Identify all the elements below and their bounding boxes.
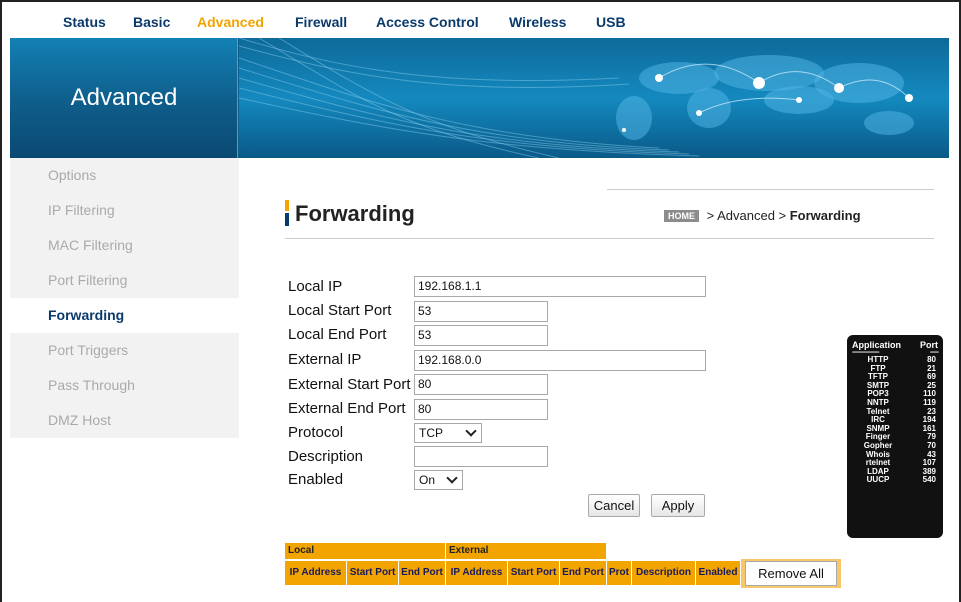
breadcrumb-parent: > Advanced > (703, 208, 790, 223)
port-row: FTP 21 (870, 363, 936, 373)
local-start-port-label: Local Start Port (288, 302, 392, 319)
column-header-enabled: Enabled (696, 561, 740, 585)
sidebar-item-ip-filtering[interactable]: IP Filtering (10, 193, 239, 228)
sidebar-item-mac-filtering[interactable]: MAC Filtering (10, 228, 239, 263)
column-header-protocol: Prot (607, 561, 631, 585)
external-start-port-label: External Start Port (288, 376, 411, 393)
column-header-external-ip: IP Address (446, 561, 507, 585)
external-start-port-input[interactable]: 80 (414, 374, 548, 395)
top-nav: Status Basic Advanced Firewall Access Co… (8, 4, 949, 38)
tab-usb[interactable]: USB (596, 14, 626, 30)
local-ip-label: Local IP (288, 278, 343, 295)
chevron-down-icon (465, 425, 477, 437)
sidebar-item-forwarding[interactable]: Forwarding (10, 298, 239, 333)
remove-all-button[interactable]: Remove All (745, 561, 837, 586)
sidebar-item-pass-through[interactable]: Pass Through (10, 368, 239, 403)
tab-firewall[interactable]: Firewall (295, 14, 347, 30)
sidebar-item-port-triggers[interactable]: Port Triggers (10, 333, 239, 368)
local-end-port-input[interactable]: 53 (414, 325, 548, 346)
port-row: UUCP 540 (866, 475, 936, 485)
port-row: TFTP 69 (868, 372, 936, 382)
enabled-label: Enabled (288, 471, 344, 488)
header-divider-top (607, 189, 934, 190)
tab-access-control[interactable]: Access Control (376, 14, 479, 30)
column-header-external-end-port: End Port (560, 561, 606, 585)
protocol-value: TCP (419, 426, 443, 440)
breadcrumb-current: Forwarding (789, 208, 861, 223)
description-input[interactable] (414, 446, 548, 467)
local-ip-input[interactable]: 192.168.1.1 (414, 276, 706, 297)
sidebar-item-dmz-host[interactable]: DMZ Host (10, 403, 239, 438)
column-header-local-start-port: Start Port (347, 561, 398, 585)
world-map-graphic (239, 38, 914, 158)
sidebar-item-options[interactable]: Options (10, 158, 239, 193)
port-row: Gopher 70 (863, 440, 936, 450)
port-row: NNTP 119 (867, 397, 936, 407)
cancel-button[interactable]: Cancel (588, 494, 640, 517)
local-end-port-label: Local End Port (288, 326, 387, 343)
apply-button[interactable]: Apply (651, 494, 705, 517)
external-end-port-label: External End Port (288, 400, 406, 417)
home-icon[interactable]: HOME (664, 210, 699, 222)
column-header-external-start-port: Start Port (508, 561, 559, 585)
sidebar-item-port-filtering[interactable]: Port Filtering (10, 263, 239, 298)
description-label: Description (288, 448, 364, 465)
port-reference-panel: Application Port -------------------- ----… (847, 335, 943, 538)
banner-section-title: Advanced (70, 84, 178, 111)
column-header-local-ip: IP Address (285, 561, 346, 585)
column-header-description: Description (632, 561, 695, 585)
banner-graphic (239, 38, 949, 158)
local-start-port-input[interactable]: 53 (414, 301, 548, 322)
chevron-down-icon (446, 472, 458, 484)
sidebar: Options IP Filtering MAC Filtering Port … (10, 158, 239, 438)
port-row: HTTP 80 (867, 355, 936, 364)
tab-advanced[interactable]: Advanced (197, 14, 264, 30)
page-title: Forwarding (295, 201, 415, 226)
tab-status[interactable]: Status (63, 14, 106, 30)
breadcrumb: HOME > Advanced > Forwarding (664, 208, 861, 223)
external-end-port-input[interactable]: 80 (414, 399, 548, 420)
protocol-label: Protocol (288, 424, 344, 441)
port-row: SNMP 161 (866, 423, 936, 433)
protocol-select[interactable]: TCP (414, 423, 482, 443)
banner-section: Advanced (10, 38, 238, 158)
table-group-local: Local (285, 543, 445, 559)
table-group-external: External (446, 543, 606, 559)
column-header-local-end-port: End Port (399, 561, 445, 585)
banner: Advanced (10, 38, 949, 158)
header-divider-bottom (285, 238, 934, 239)
enabled-value: On (419, 473, 436, 487)
external-ip-label: External IP (288, 351, 362, 368)
title-accent-bar (285, 200, 290, 226)
tab-basic[interactable]: Basic (133, 14, 170, 30)
tab-wireless[interactable]: Wireless (509, 14, 566, 30)
external-ip-input[interactable]: 192.168.0.0 (414, 350, 706, 371)
enabled-select[interactable]: On (414, 470, 463, 490)
